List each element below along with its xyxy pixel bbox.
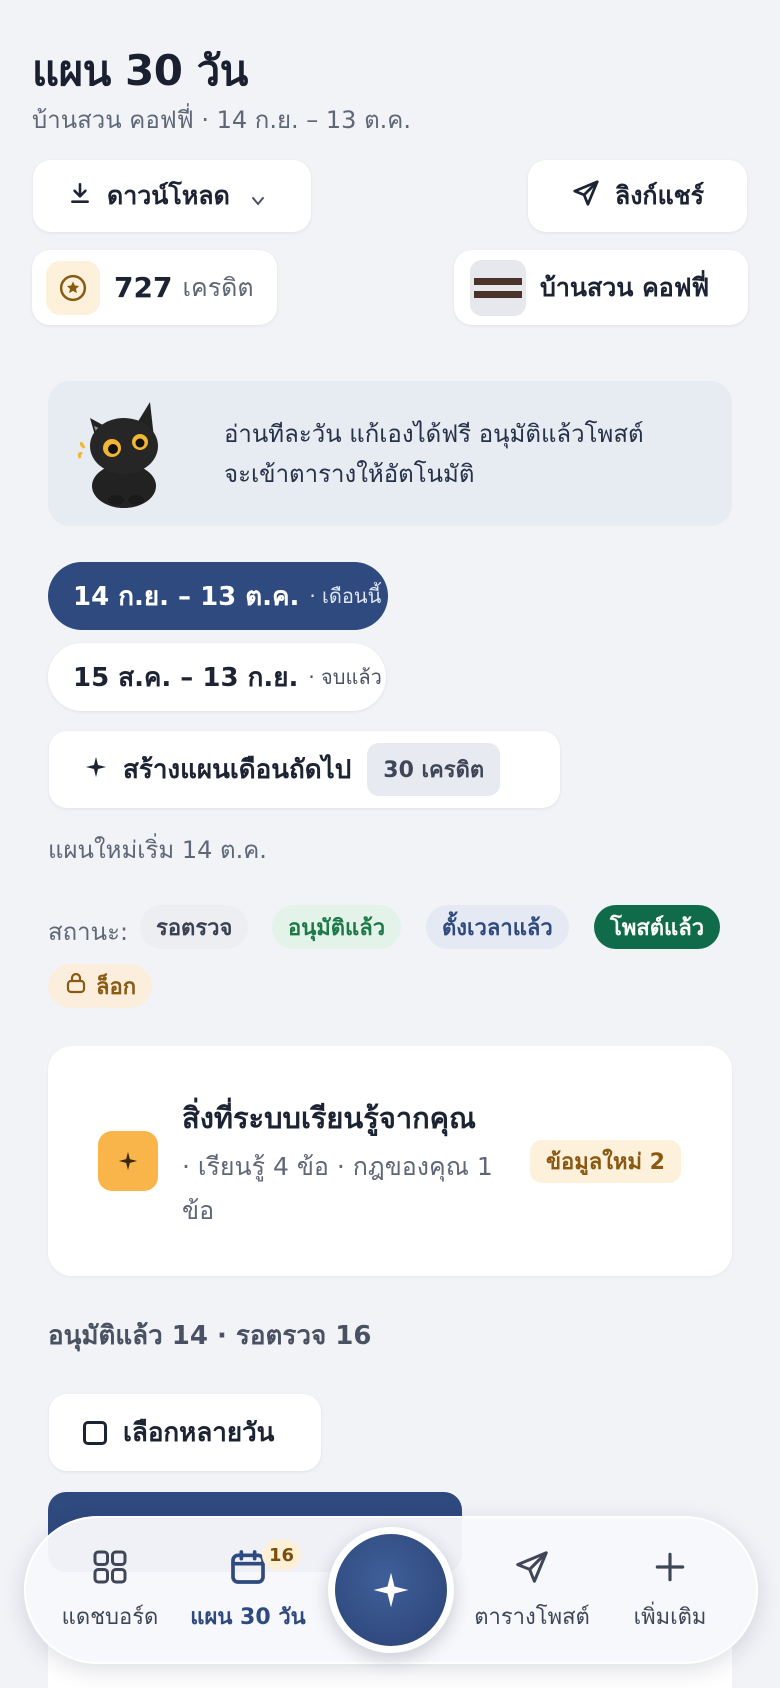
status-chip-scheduled[interactable]: ตั้งเวลาแล้ว [426,905,569,949]
page-title: แผน 30 วัน [32,46,248,95]
learning-description: · เรียนรู้ 4 ข้อ · กฎของคุณ 1 ข้อ [182,1152,493,1225]
download-icon [67,180,93,212]
send-icon [510,1545,554,1589]
brand-name: บ้านสวน คอฟฟี่ [540,272,710,302]
credit-amount: 727 [114,271,173,304]
checkbox-icon [83,1420,107,1445]
plus-icon [648,1545,692,1589]
nav-more-label: เพิ่มเติม [633,1605,707,1630]
locked-label: ล็อก [96,974,137,1000]
period-tag: · จบแล้ว [308,665,382,689]
send-icon [571,178,601,214]
status-chip-posted[interactable]: โพสต์แล้ว [594,905,721,949]
create-next-plan-label: สร้างแผนเดือนถัดไป [123,755,352,785]
download-button[interactable]: ดาวน์โหลด [33,160,311,232]
status-chip-locked[interactable]: ล็อก [48,964,153,1008]
nav-dashboard-label: แดชบอร์ด [61,1605,159,1630]
share-label: ลิงก์แชร์ [614,181,705,210]
cat-mascot [76,396,172,516]
period-previous[interactable]: 15 ส.ค. – 13 ก.ย. · จบแล้ว [48,643,386,711]
tip-line-1: อ่านทีละวัน แก้เองได้ฟรี อนุมัติแล้วโพสต… [224,420,644,448]
lock-icon [66,972,86,1000]
nav-schedule-label: ตารางโพสต์ [474,1605,590,1630]
credit-balance[interactable]: 727 เครดิต [32,250,277,325]
page-subtitle: บ้านสวน คอฟฟี่ · 14 ก.ย. – 13 ต.ค. [32,106,411,134]
create-fab-button[interactable] [328,1527,454,1653]
period-current[interactable]: 14 ก.ย. – 13 ต.ค. · เดือนนี้ [48,562,388,630]
create-next-plan-button[interactable]: สร้างแผนเดือนถัดไป 30 เครดิต [49,731,560,808]
grid-icon [88,1545,132,1589]
approval-summary: อนุมัติแล้ว 14 · รอตรวจ 16 [48,1321,372,1351]
coin-icon [46,260,100,315]
period-tag: · เดือนนี้ [309,584,382,608]
tip-line-2: จะเข้าตารางให้อัตโนมัติ [224,460,475,488]
brand-switcher[interactable]: บ้านสวน คอฟฟี่ [454,250,748,325]
multi-select-label: เลือกหลายวัน [123,1418,275,1448]
chevron-down-icon [250,186,266,215]
sparkle-icon [98,1131,158,1191]
cost-badge: 30 เครดิต [367,743,501,796]
status-chip-approved[interactable]: อนุมัติแล้ว [272,905,402,949]
brand-logo [470,259,526,316]
download-label: ดาวน์โหลด [107,181,230,210]
nav-plan-label: แผน 30 วัน [190,1605,306,1630]
nav-plan-badge: 16 [262,1540,302,1570]
next-plan-note: แผนใหม่เริ่ม 14 ต.ค. [48,836,267,864]
status-label: สถานะ: [48,918,129,946]
multi-select-button[interactable]: เลือกหลายวัน [49,1394,321,1471]
new-info-badge: ข้อมูลใหม่ 2 [530,1140,681,1183]
period-range: 14 ก.ย. – 13 ต.ค. [73,581,300,612]
learning-title: สิ่งที่ระบบเรียนรู้จากคุณ [182,1101,476,1135]
tip-text: อ่านทีละวัน แก้เองได้ฟรี อนุมัติแล้วโพสต… [224,414,704,494]
sparkle-icon [335,1534,447,1646]
credit-unit: เครดิต [182,272,254,302]
nav-schedule[interactable]: ตารางโพสต์ [462,1545,602,1634]
status-chip-review[interactable]: รอตรวจ [140,905,249,949]
nav-more[interactable]: เพิ่มเติม [610,1545,730,1634]
nav-dashboard[interactable]: แดชบอร์ด [50,1545,170,1634]
period-range: 15 ส.ค. – 13 ก.ย. [73,662,299,693]
sparkle-icon [85,755,107,784]
share-link-button[interactable]: ลิงก์แชร์ [528,160,747,232]
